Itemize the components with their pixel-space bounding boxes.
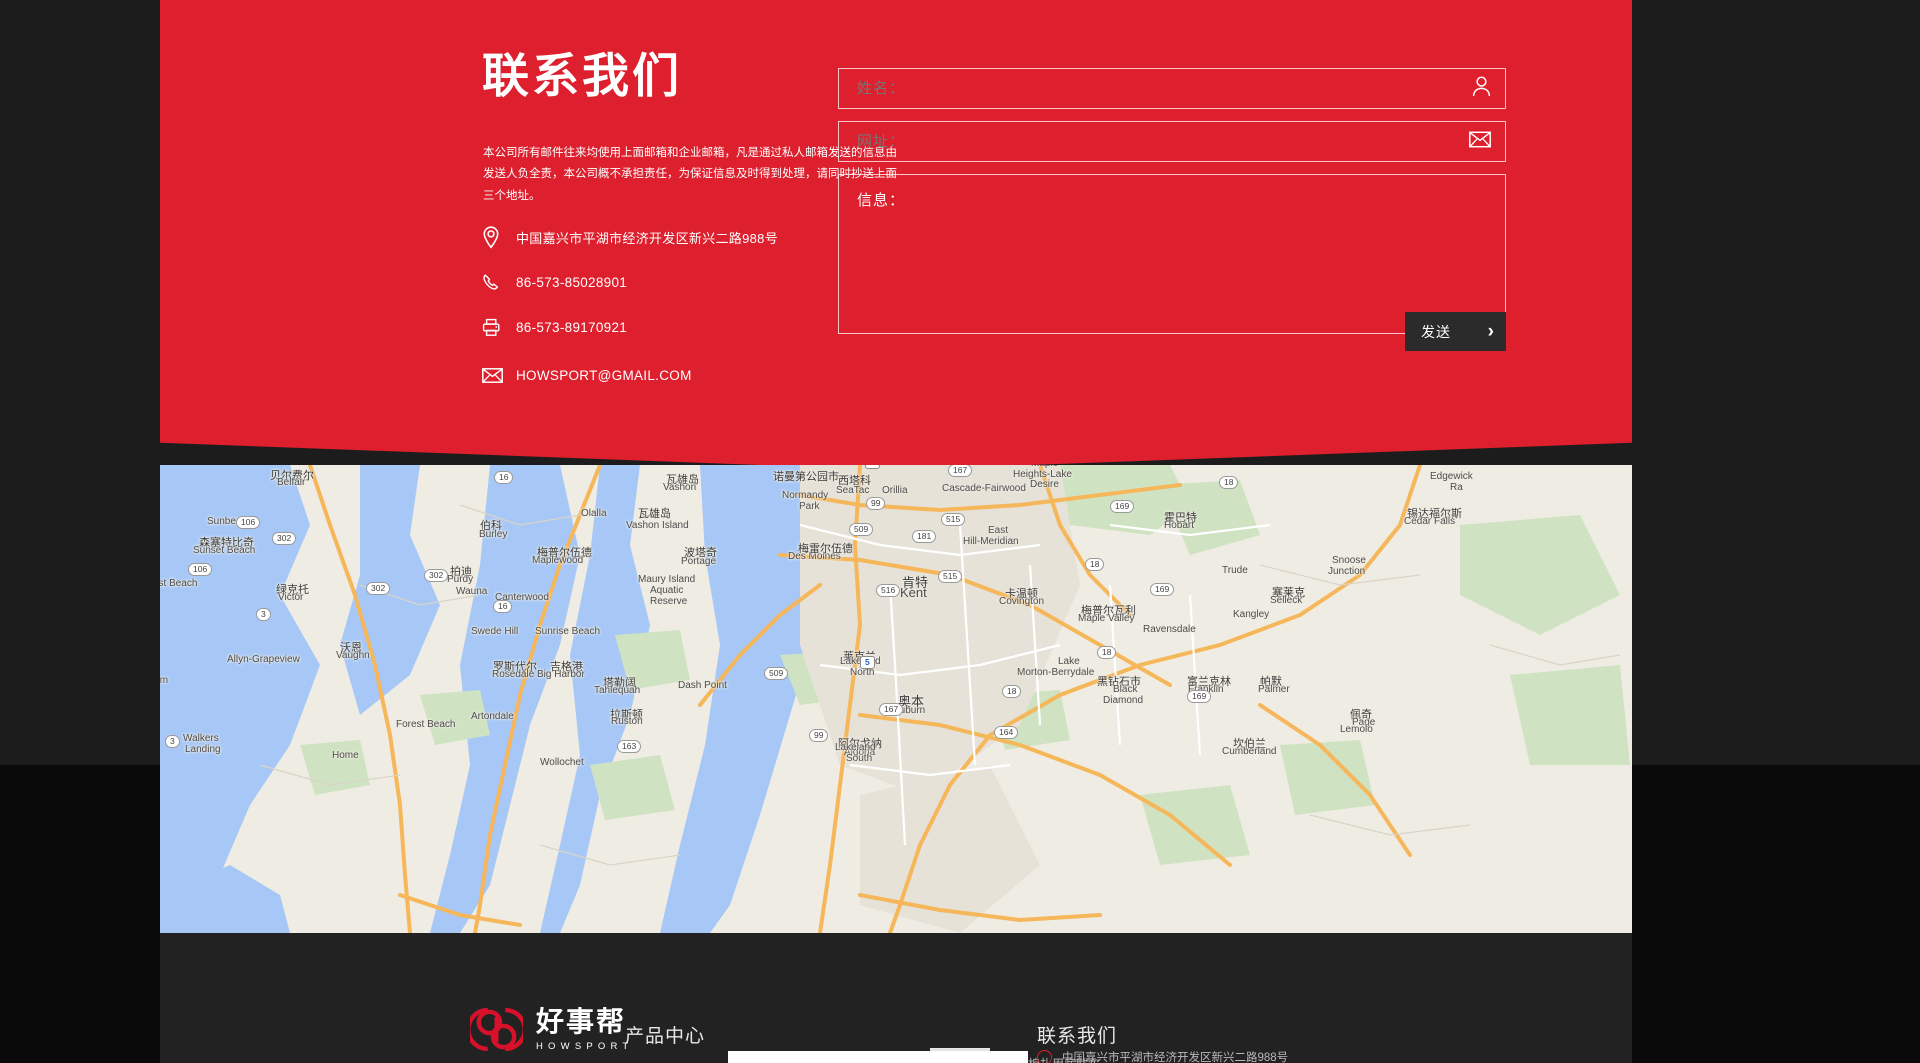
route-shield: 509 [764,667,789,681]
url-field-wrapper[interactable] [838,121,1506,162]
name-input[interactable] [857,80,1457,97]
phone-text: 86-573-85028901 [516,275,628,290]
map-canvas [160,465,1632,933]
footer-input-placeholder[interactable] [728,1051,1028,1063]
route-shield: 169 [1187,690,1212,704]
contact-form: 信息： 发送 › [838,68,1506,351]
route-shield: 515 [938,570,963,584]
location-pin-icon [482,222,516,254]
route-shield: 18 [1219,476,1239,490]
footer-column-title-contact: 联系我们 [1037,1026,1118,1047]
contact-item-email: HOWSPORT@GMAIL.COM [482,356,1002,395]
send-button-label: 发送 [1421,323,1451,340]
logo-text-en: HOWSPORT [536,1040,634,1052]
route-shield: 16 [493,600,513,614]
interstate-shield: 5 [860,656,875,670]
route-shield: 515 [941,513,966,527]
route-shield: 18 [1002,685,1022,699]
address-text: 中国嘉兴市平湖市经济开发区新兴二路988号 [516,231,778,246]
footer-contact-item: 中国嘉兴市平湖市经济开发区新兴二路988号 [1037,1049,1288,1063]
route-shield: 16 [494,471,514,485]
route-shield: 302 [424,569,449,583]
route-shield: 99 [866,497,886,511]
route-shield: 3 [256,608,271,622]
page-title: 联系我们 [482,49,682,102]
user-icon [1472,75,1491,102]
footer-column-title-products: 产品中心 [625,1026,706,1047]
route-shield: 169 [1150,583,1175,597]
url-input[interactable] [857,133,1457,150]
logo-text-cn: 好事帮 [536,1005,627,1037]
send-button[interactable]: 发送 › [1405,312,1506,351]
email-text: HOWSPORT@GMAIL.COM [516,368,692,383]
phone-icon [482,267,516,299]
location-pin-icon [1037,1049,1052,1063]
page-root: 联系我们 本公司所有邮件往来均使用上面邮箱和企业邮箱，凡是通过私人邮箱发送的信息… [0,0,1920,1063]
envelope-icon [482,360,516,392]
envelope-icon [1469,131,1491,152]
howsport-logo-icon [470,1007,523,1052]
route-shield: 302 [366,582,391,596]
route-shield: 106 [236,516,261,530]
contact-section: 联系我们 本公司所有邮件往来均使用上面邮箱和企业邮箱，凡是通过私人邮箱发送的信息… [160,0,1632,470]
message-field-wrapper[interactable]: 信息： 发送 › [838,174,1506,351]
route-shield: 181 [912,530,937,544]
route-shield: 167 [879,703,904,717]
route-shield: 509 [849,523,874,537]
message-label: 信息： [857,192,906,209]
route-shield: 516 [876,584,901,598]
fax-printer-icon [482,312,516,344]
route-shield: 18 [1097,646,1117,660]
route-shield: 169 [1110,500,1135,514]
route-shield: 3 [165,735,180,749]
location-map[interactable]: 芬伍德FernwoodSouthworth贝尔费尔Belfair伯尔Bethel… [160,465,1632,933]
route-shield: 164 [994,726,1019,740]
contact-description: 本公司所有邮件往来均使用上面邮箱和企业邮箱，凡是通过私人邮箱发送的信息由发送人负… [483,147,897,202]
name-field-wrapper[interactable] [838,68,1506,109]
interstate-shield: 5 [865,465,880,470]
chevron-right-icon: › [1487,321,1494,342]
footer-contact-address: 中国嘉兴市平湖市经济开发区新兴二路988号 [1062,1052,1289,1063]
route-shield: 99 [809,729,829,743]
route-shield: 163 [617,740,642,754]
route-shield: 106 [188,563,213,577]
route-shield: 167 [948,465,973,478]
route-shield: 302 [272,532,297,546]
footer-logo[interactable]: 好事帮 HOWSPORT [470,1003,633,1056]
route-shield: 18 [1085,558,1105,572]
site-footer: 好事帮 HOWSPORT 产品中心 医用棉扎用底贴布 联系我们 中国嘉兴市平湖市… [160,933,1632,1063]
fax-text: 86-573-89170921 [516,320,628,335]
